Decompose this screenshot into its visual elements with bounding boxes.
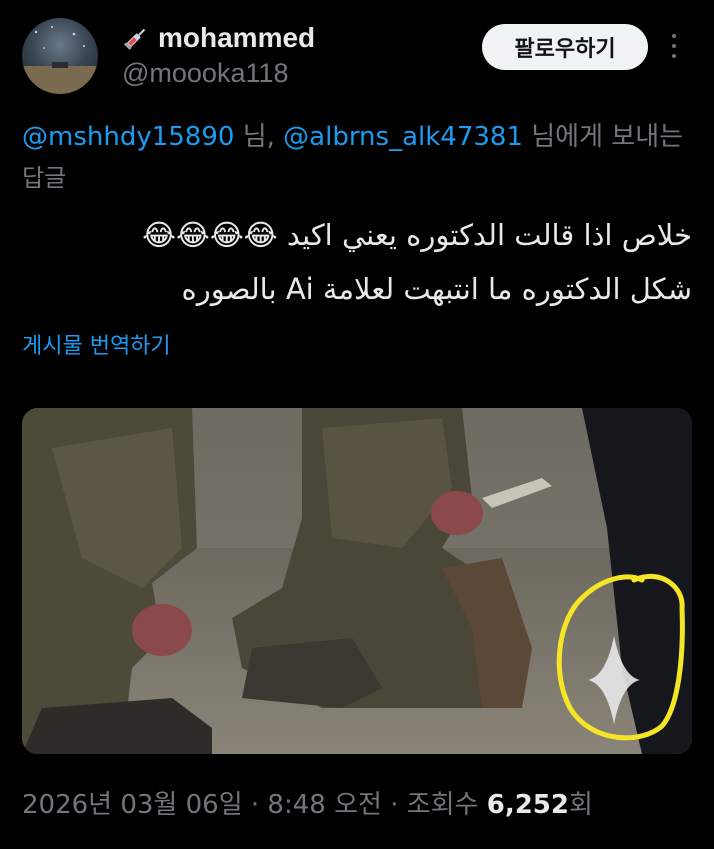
tweet-media-image[interactable] xyxy=(22,408,692,754)
tweet-line-1: خلاص اذا قالت الدكتوره يعني اكيد 😂😂😂😂 xyxy=(142,218,692,252)
author-handle[interactable]: @moooka118 xyxy=(122,58,289,89)
media-photo xyxy=(22,408,692,754)
tweet-text: خلاص اذا قالت الدكتوره يعني اكيد 😂😂😂😂 شك… xyxy=(22,208,692,316)
syringe-icon xyxy=(123,28,146,51)
more-vertical-icon[interactable] xyxy=(668,34,680,62)
reply-context: @mshhdy15890 님, @albrns_alk47381 님에게 보내는 xyxy=(22,116,714,153)
tweet-line-2: شكل الدكتوره ما انتبهت لعلامة Ai بالصوره xyxy=(181,272,692,306)
author-name-row[interactable]: mohammed xyxy=(122,22,315,54)
views-suffix: 회 xyxy=(568,790,593,820)
reply-mention-1[interactable]: @mshhdy15890 xyxy=(22,122,234,152)
reply-mention-2[interactable]: @albrns_alk47381 xyxy=(283,122,523,152)
views-count: 6,252 xyxy=(486,790,569,820)
author-avatar[interactable] xyxy=(22,18,98,94)
reply-context-line-2: 답글 xyxy=(22,164,67,192)
avatar-image xyxy=(22,26,98,94)
follow-button[interactable]: 팔로우하기 xyxy=(482,24,648,70)
translate-post-link[interactable]: 게시물 번역하기 xyxy=(22,328,171,360)
reply-separator: 님, xyxy=(234,122,284,152)
timestamp-date[interactable]: 2026년 03월 06일 · 8:48 오전 · 조회수 xyxy=(22,790,487,820)
author-display-name[interactable]: mohammed xyxy=(158,22,315,54)
reply-suffix: 님에게 보내는 xyxy=(523,122,684,152)
tweet-timestamp: 2026년 03월 06일 · 8:48 오전 · 조회수 6,252회 xyxy=(22,784,593,821)
